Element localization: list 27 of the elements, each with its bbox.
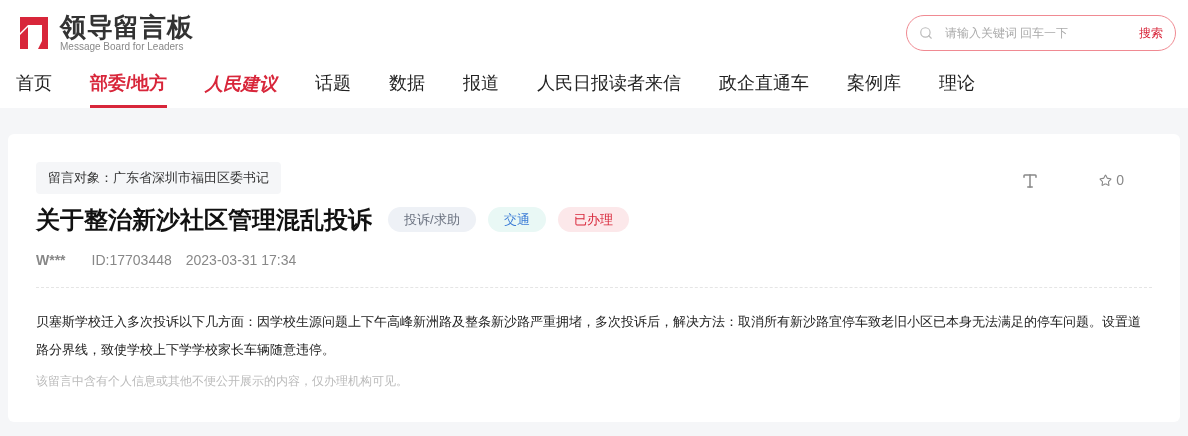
tag: 交通: [487, 206, 546, 233]
tag: 投诉/求助: [388, 206, 476, 233]
author: W***: [36, 250, 66, 270]
nav-tab[interactable]: 报道: [463, 58, 499, 108]
message-id: ID:17703448: [91, 250, 172, 270]
nav-tab[interactable]: 话题: [315, 58, 351, 108]
nav-tab[interactable]: 数据: [389, 58, 425, 108]
nav-tab[interactable]: 人民日报读者来信: [537, 58, 681, 108]
star-icon[interactable]: [1099, 174, 1113, 187]
nav-tab[interactable]: 人民建议: [205, 58, 277, 108]
logo-title: 领导留言板: [60, 14, 194, 40]
logo-subtitle: Message Board for Leaders: [60, 42, 185, 52]
nav-tab[interactable]: 案例库: [847, 58, 901, 108]
nav-tab[interactable]: 理论: [939, 58, 975, 108]
privacy-notice: 该留言中含有个人信息或其他不便公开展示的内容，仅办理机构可见。: [36, 372, 409, 390]
search-icon: [919, 26, 933, 40]
nav-tab[interactable]: 首页: [16, 58, 52, 108]
message-time: 2023-03-31 17:34: [185, 250, 297, 270]
nav-tab[interactable]: 部委/地方: [90, 58, 167, 108]
tag: 已办理: [557, 206, 629, 233]
message-body: 贝塞斯学校迁入多次投诉以下几方面：因学校生源问题上下午高峰新洲路及整条新沙路严重拥堵，多次投诉后，解决方法：取消所有新沙路宜停车致老旧小区已本身无法满足的停车问题。设置道路分界线，致使学校上下学学校家长车辆随意违停。: [36, 312, 1142, 359]
recipient-label: 留言对象：广东省深圳市福田区委书记: [36, 162, 281, 194]
font-size-icon[interactable]: [1021, 171, 1040, 190]
star-count: 0: [1116, 171, 1124, 190]
message-title: 关于整治新沙社区管理混乱投诉: [36, 204, 372, 235]
search-button[interactable]: 搜索: [1139, 24, 1163, 42]
nav-tab[interactable]: 政企直通车: [719, 58, 809, 108]
